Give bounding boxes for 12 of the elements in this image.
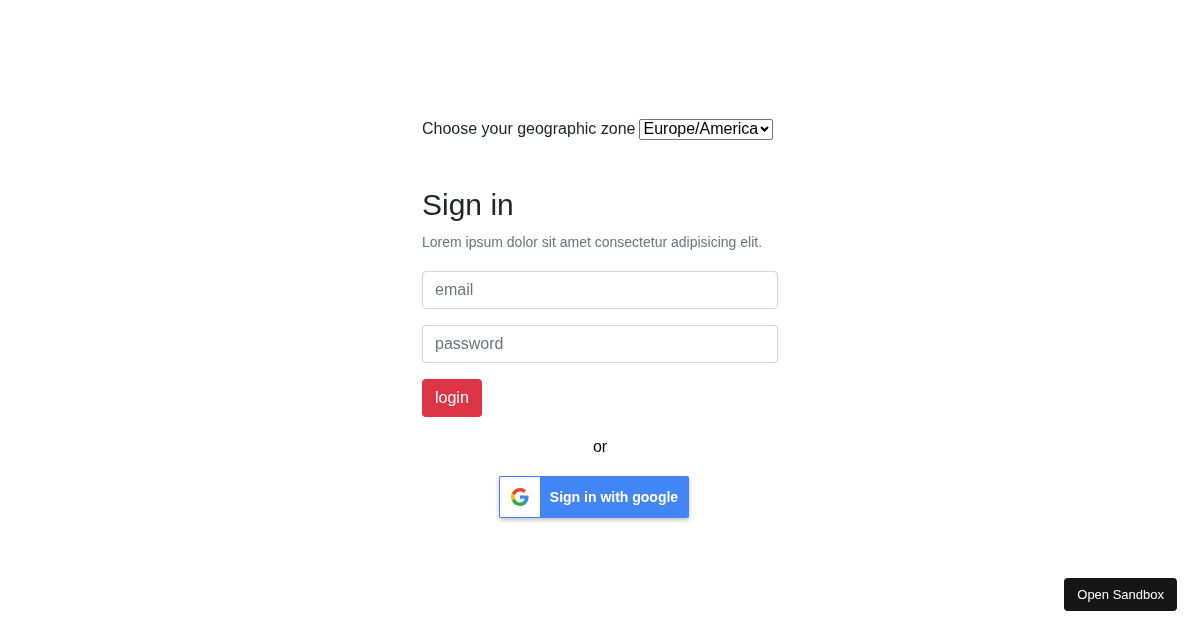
open-sandbox-button[interactable]: Open Sandbox [1064, 578, 1177, 611]
input-field[interactable]: email [422, 271, 778, 309]
separator-text: or [592, 437, 608, 457]
google-signin-button[interactable]: Sign in with google [499, 476, 689, 518]
zone-select[interactable]: Europe/America [639, 118, 774, 140]
input-field[interactable]: password [422, 325, 778, 363]
zone-label: Choose your geographic zone [422, 119, 636, 139]
chevron-down-icon [760, 126, 770, 132]
heading: Sign in [422, 187, 515, 223]
login-button[interactable]: login [422, 379, 482, 417]
subtitle: Lorem ipsum dolor sit amet consectetur adipisicing elit. [422, 233, 764, 252]
google-g-icon [511, 488, 529, 506]
